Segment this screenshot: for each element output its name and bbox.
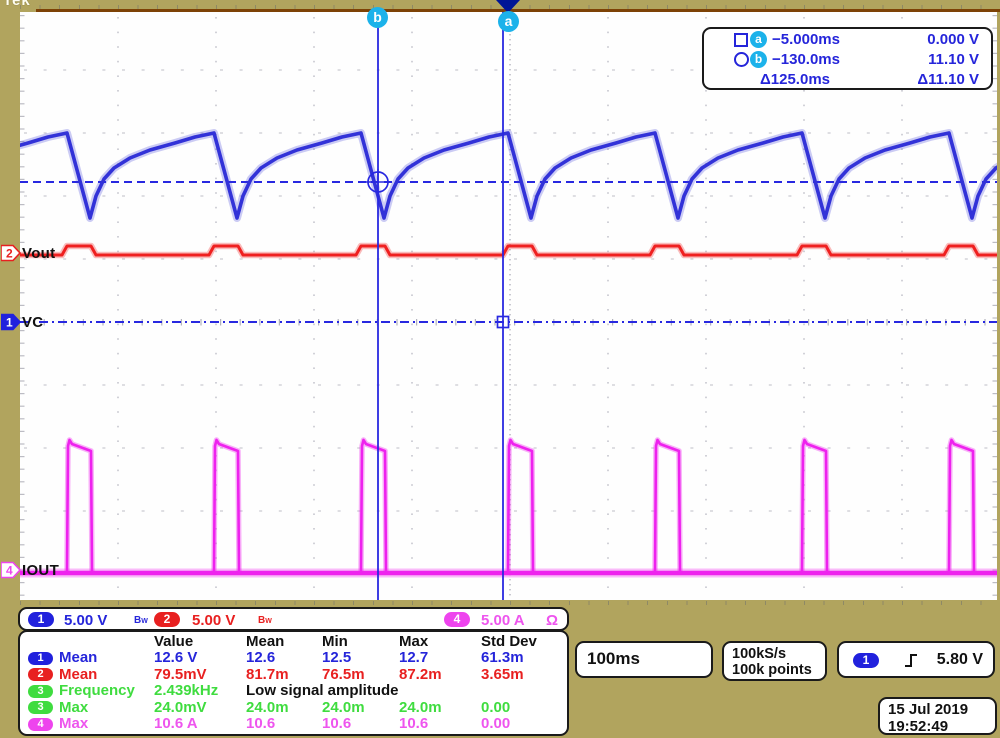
ch4-coupling[interactable]: Ω bbox=[546, 612, 558, 629]
ch2-bandwidth-icon: BW bbox=[258, 615, 272, 626]
acquisition-box[interactable]: 100kS/s 100k points bbox=[722, 641, 827, 681]
ch4-ground-marker[interactable]: 4 bbox=[1, 561, 21, 579]
ch2-badge[interactable]: 2 bbox=[28, 668, 53, 681]
cursor-delta-value: Δ11.10 V bbox=[902, 71, 991, 88]
svg-text:4: 4 bbox=[6, 564, 13, 578]
measurement-value: 79.5mV bbox=[154, 667, 246, 683]
svg-text:1: 1 bbox=[6, 316, 13, 330]
measurement-stddev: 3.65m bbox=[481, 667, 567, 683]
ch1-ground-marker[interactable]: 1 bbox=[1, 313, 21, 331]
measurement-max: 87.2m bbox=[399, 667, 481, 683]
measurement-row-label: 3Frequency bbox=[28, 683, 154, 699]
measurement-row-label: 2Mean bbox=[28, 667, 154, 683]
measurement-min: 24.0m bbox=[322, 700, 399, 716]
bottom-edge-ticks bbox=[20, 601, 997, 605]
timebase-box[interactable]: 100ms bbox=[575, 641, 713, 678]
ch2-label: Vout bbox=[22, 245, 55, 262]
measurement-row-label: 4Max bbox=[28, 716, 154, 732]
measurement-corner bbox=[28, 634, 154, 650]
ch2-scale[interactable]: 5.00 V bbox=[192, 612, 235, 629]
measurement-table: ValueMeanMinMaxStd Dev1Mean12.6 V12.612.… bbox=[18, 630, 569, 736]
ch2-badge[interactable]: 2 bbox=[154, 612, 180, 627]
cursor-a-value: 0.000 V bbox=[902, 31, 991, 48]
date-label: 15 Jul 2019 bbox=[888, 701, 995, 718]
time-label: 19:52:49 bbox=[888, 718, 995, 735]
measurement-stddev: 0.00 bbox=[481, 716, 567, 732]
oscilloscope-screen: Tek 2 1 4 Vout VC IOUT bbox=[0, 0, 1000, 738]
ch1-label: VC bbox=[22, 314, 43, 331]
ch3-badge[interactable]: 3 bbox=[28, 685, 53, 698]
cursor-b-bubble[interactable]: b bbox=[367, 7, 388, 28]
measurement-mean: 12.6 bbox=[246, 650, 322, 666]
cursor-b-circle-icon bbox=[734, 52, 749, 67]
measurement-row-label: 3Max bbox=[28, 700, 154, 716]
rising-edge-icon bbox=[903, 652, 919, 669]
cursor-delta-time: Δ125.0ms bbox=[760, 71, 902, 88]
measurement-mean: 24.0m bbox=[246, 700, 322, 716]
svg-text:2: 2 bbox=[6, 247, 13, 261]
measurement-min: 12.5 bbox=[322, 650, 399, 666]
measurement-max: 12.7 bbox=[399, 650, 481, 666]
ch1-badge[interactable]: 1 bbox=[28, 652, 53, 665]
measurement-header: Min bbox=[322, 634, 399, 650]
measurement-value: 12.6 V bbox=[154, 650, 246, 666]
cursor-a-bubble[interactable]: a bbox=[498, 11, 519, 32]
ch4-label: IOUT bbox=[22, 562, 59, 579]
measurement-min: 10.6 bbox=[322, 716, 399, 732]
ch4-badge[interactable]: 4 bbox=[28, 718, 53, 731]
measurement-header: Std Dev bbox=[481, 634, 567, 650]
trigger-source-badge: 1 bbox=[853, 653, 879, 668]
timebase-scale: 100ms bbox=[587, 649, 640, 669]
measurement-header: Max bbox=[399, 634, 481, 650]
ch4-badge[interactable]: 4 bbox=[444, 612, 470, 627]
measurement-value: 24.0mV bbox=[154, 700, 246, 716]
ch2-ground-marker[interactable]: 2 bbox=[1, 244, 21, 262]
trigger-level: 5.80 V bbox=[937, 651, 983, 669]
cursor-a-badge: a bbox=[750, 31, 767, 48]
cursor-b-time: −130.0ms bbox=[772, 51, 902, 68]
cursor-b-badge: b bbox=[750, 51, 767, 68]
measurement-value: 2.439kHz bbox=[154, 683, 246, 699]
measurement-header: Mean bbox=[246, 634, 322, 650]
measurement-max: 10.6 bbox=[399, 716, 481, 732]
ch1-scale[interactable]: 5.00 V bbox=[64, 612, 107, 629]
ch4-pulses-glow bbox=[67, 440, 974, 571]
cursor-readout-box: a −5.000ms 0.000 V b −130.0ms 11.10 V Δ1… bbox=[702, 27, 993, 90]
channel-scale-bar: 1 5.00 V BW 2 5.00 V BW 4 5.00 A Ω bbox=[18, 607, 569, 631]
cursor-a-square-icon bbox=[734, 33, 748, 47]
ch4-pulses bbox=[67, 440, 974, 571]
ch1-badge[interactable]: 1 bbox=[28, 612, 54, 627]
cursor-b-value: 11.10 V bbox=[902, 51, 991, 68]
measurement-header: Value bbox=[154, 634, 246, 650]
measurement-stddev: 61.3m bbox=[481, 650, 567, 666]
measurement-note: Low signal amplitude bbox=[246, 683, 567, 699]
cursor-a-time: −5.000ms bbox=[772, 31, 902, 48]
measurement-min: 76.5m bbox=[322, 667, 399, 683]
waveform-display bbox=[20, 12, 997, 600]
sample-rate: 100kS/s bbox=[732, 646, 825, 662]
measurement-max: 24.0m bbox=[399, 700, 481, 716]
measurement-value: 10.6 A bbox=[154, 716, 246, 732]
tek-logo: Tek bbox=[3, 0, 63, 9]
trigger-box[interactable]: 1 5.80 V bbox=[837, 641, 995, 678]
record-length: 100k points bbox=[732, 662, 825, 678]
measurement-mean: 10.6 bbox=[246, 716, 322, 732]
ch1-bandwidth-icon: BW bbox=[134, 615, 148, 626]
measurement-row-label: 1Mean bbox=[28, 650, 154, 666]
measurement-mean: 81.7m bbox=[246, 667, 322, 683]
datetime-box: 15 Jul 2019 19:52:49 bbox=[878, 697, 997, 735]
ch3-badge[interactable]: 3 bbox=[28, 701, 53, 714]
ch4-scale[interactable]: 5.00 A bbox=[481, 612, 525, 629]
measurement-stddev: 0.00 bbox=[481, 700, 567, 716]
